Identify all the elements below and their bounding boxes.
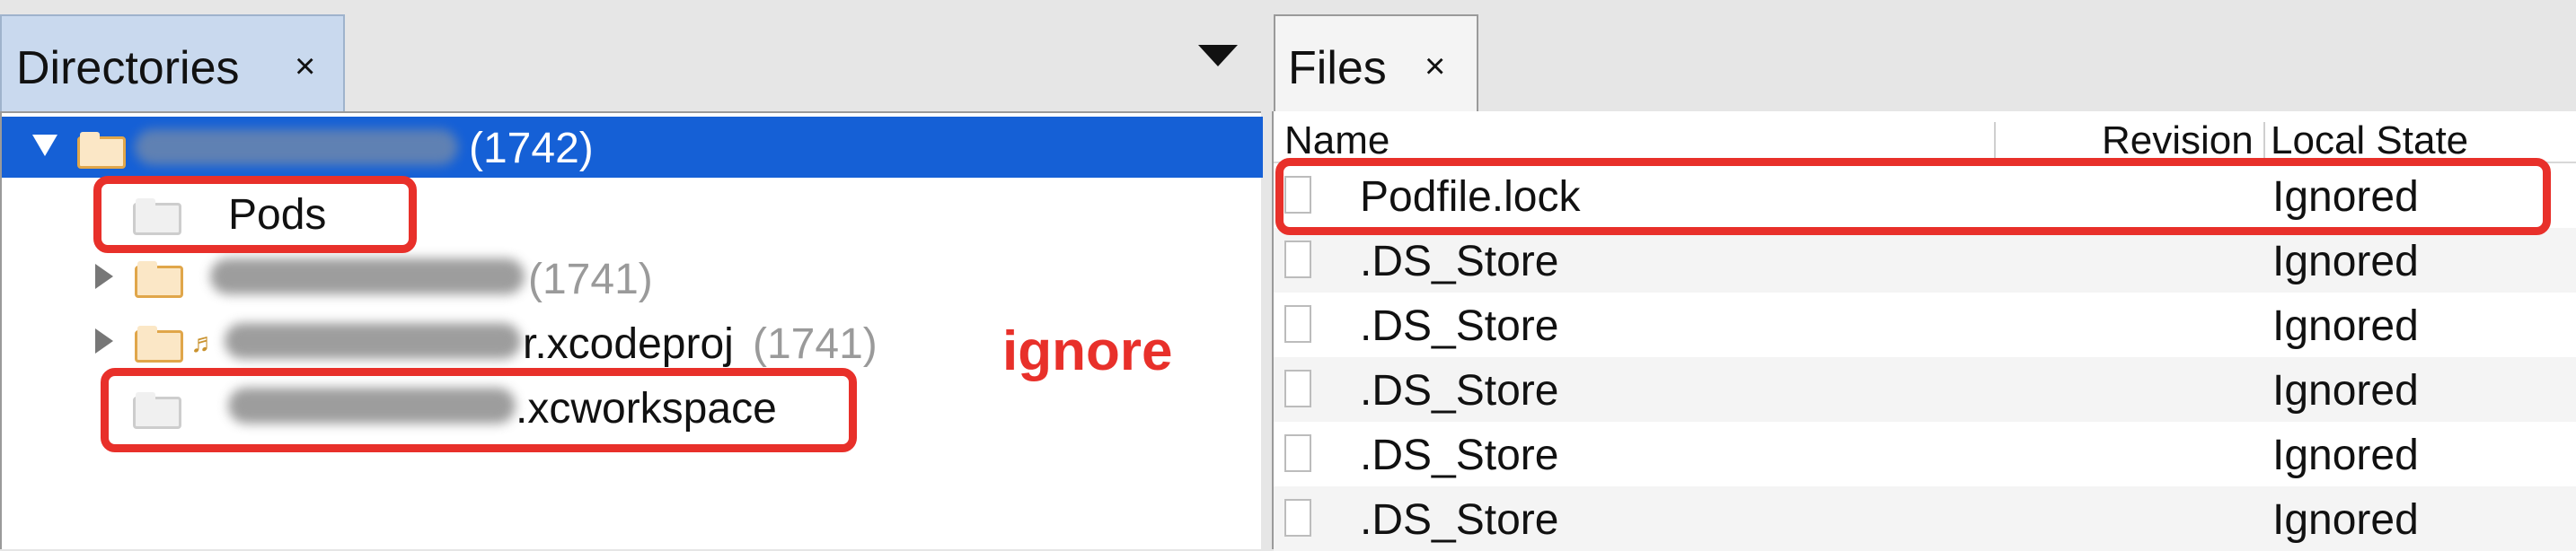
highlight-box-xcworkspace <box>101 368 857 452</box>
file-icon <box>1284 499 1311 537</box>
redacted-name <box>135 129 458 165</box>
tab-files-label: Files <box>1288 42 1387 94</box>
files-table-header: Name Revision Local State <box>1274 111 2576 163</box>
close-icon[interactable]: × <box>1425 47 1445 87</box>
tree-item-label: r.xcodeproj <box>523 320 734 368</box>
expanded-arrow-icon[interactable] <box>32 135 57 156</box>
file-icon <box>1284 241 1311 278</box>
file-state: Ignored <box>2272 432 2419 479</box>
highlight-box-podfile-lock <box>1275 158 2551 235</box>
table-row[interactable]: .DS_Store Ignored <box>1274 422 2576 486</box>
column-local-state[interactable]: Local State <box>2271 118 2468 163</box>
tree-item-count: (1741) <box>753 320 878 368</box>
expand-arrow-icon[interactable] <box>95 264 113 289</box>
tab-directories-label: Directories <box>16 42 240 94</box>
table-row[interactable]: .DS_Store Ignored <box>1274 293 2576 357</box>
table-row[interactable]: .DS_Store Ignored <box>1274 357 2576 422</box>
file-name: .DS_Store <box>1360 367 1559 415</box>
file-icon <box>1284 370 1311 407</box>
redacted-name <box>210 258 525 294</box>
annotation-label: ignore <box>1002 320 1173 382</box>
file-name: .DS_Store <box>1360 238 1559 285</box>
file-state: Ignored <box>2272 302 2419 350</box>
root-count: (1742) <box>469 125 594 172</box>
tab-directories[interactable]: Directories × <box>0 14 345 113</box>
file-name: .DS_Store <box>1360 302 1559 350</box>
column-divider[interactable] <box>2263 122 2265 158</box>
column-name[interactable]: Name <box>1284 118 1389 163</box>
tree-item-count: (1741) <box>528 256 653 303</box>
chevron-down-icon[interactable] <box>1198 45 1238 66</box>
file-state: Ignored <box>2272 496 2419 544</box>
redacted-name <box>225 323 521 359</box>
tree-row-folder[interactable]: (1741) <box>2 246 1263 310</box>
folder-icon <box>77 132 126 169</box>
column-revision[interactable]: Revision <box>2102 118 2254 163</box>
tab-files[interactable]: Files × <box>1274 14 1478 113</box>
file-icon <box>1284 434 1311 472</box>
table-row[interactable]: .DS_Store Ignored <box>1274 228 2576 293</box>
close-icon[interactable]: × <box>295 47 315 87</box>
table-row[interactable]: .DS_Store Ignored <box>1274 486 2576 551</box>
highlight-box-pods <box>93 176 417 253</box>
version-control-icon: ♬ <box>190 328 217 358</box>
folder-icon <box>135 326 183 363</box>
file-name: .DS_Store <box>1360 432 1559 479</box>
column-divider[interactable] <box>1994 122 1996 158</box>
file-name: .DS_Store <box>1360 496 1559 544</box>
file-state: Ignored <box>2272 238 2419 285</box>
folder-icon <box>135 261 183 298</box>
tree-row-root[interactable]: (1742) <box>2 117 1263 178</box>
file-icon <box>1284 305 1311 343</box>
expand-arrow-icon[interactable] <box>95 328 113 354</box>
file-state: Ignored <box>2272 367 2419 415</box>
